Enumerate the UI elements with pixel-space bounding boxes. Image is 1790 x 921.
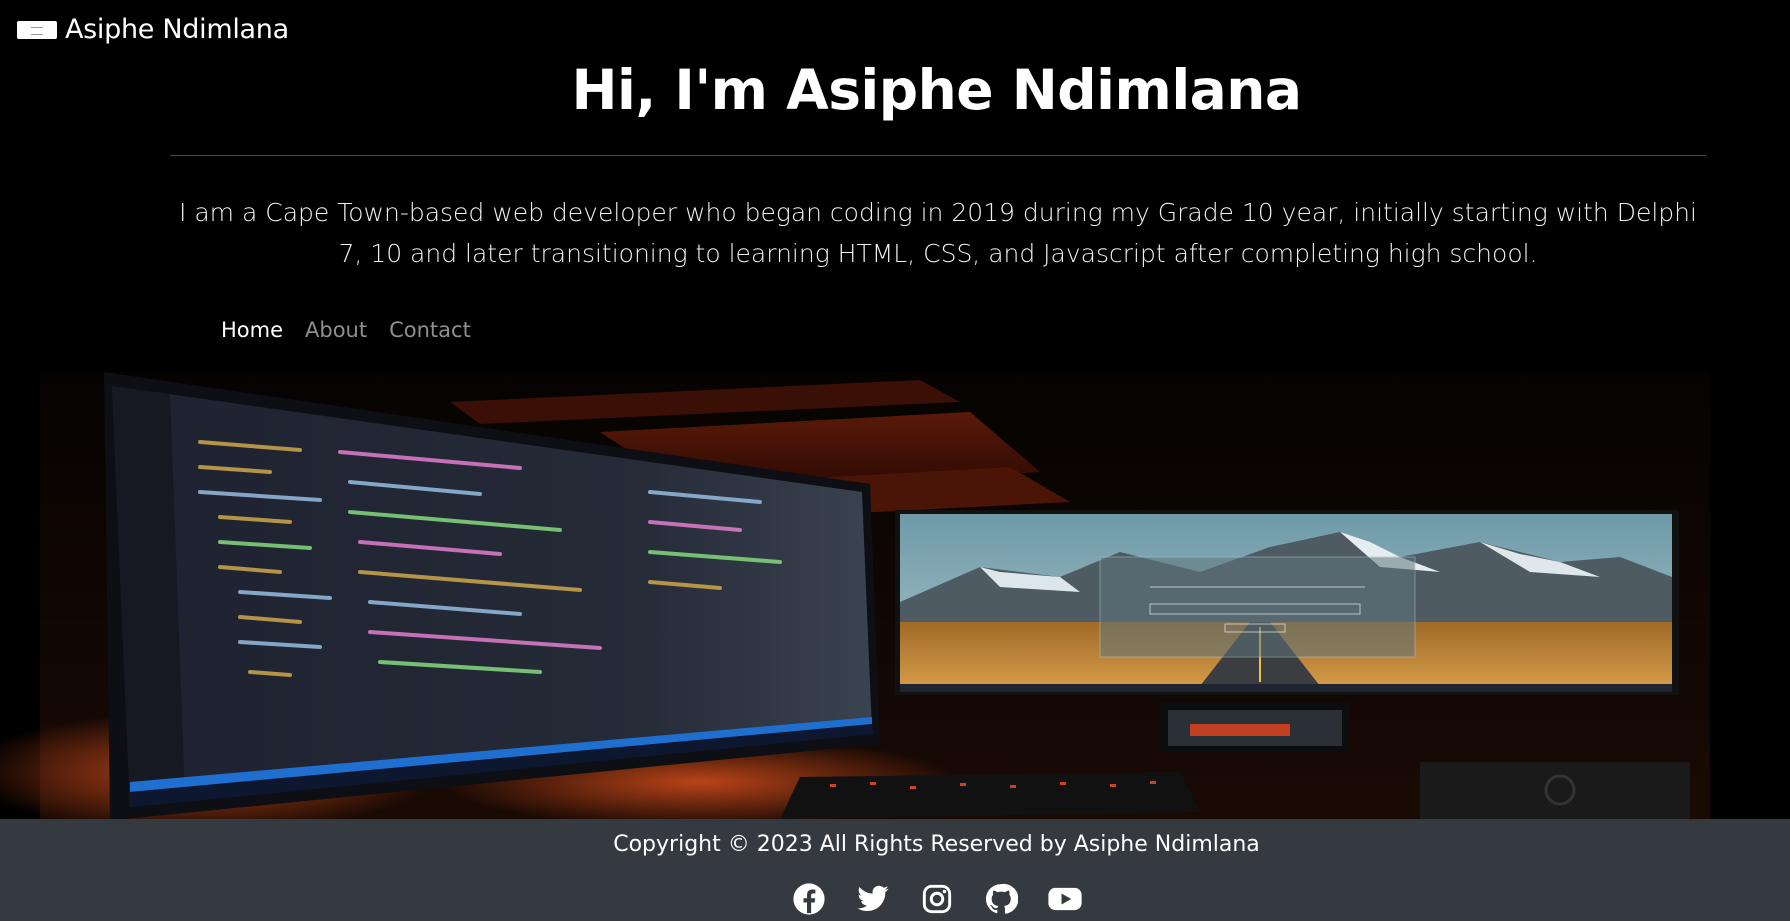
hero-image-desk-setup [0,372,1790,819]
divider [170,155,1706,156]
nav-link-contact[interactable]: Contact [378,318,482,342]
intro-paragraph: I am a Cape Town-based web developer who… [179,198,1697,268]
footer: Copyright © 2023 All Rights Reserved by … [0,819,1790,921]
nav-link-home[interactable]: Home [210,318,294,342]
nav-link-about[interactable]: About [294,318,378,342]
navbar-brand[interactable]: Asiphe Ndimlana [17,14,289,45]
github-icon[interactable] [983,881,1019,917]
facebook-icon[interactable] [791,881,827,917]
page-title: Hi, I'm Asiphe Ndimlana [571,58,1302,122]
main-nav: Home About Contact [210,318,482,342]
copyright-text: Copyright © 2023 All Rights Reserved by … [613,832,1260,857]
brand-name: Asiphe Ndimlana [65,14,289,45]
youtube-icon[interactable] [1047,881,1083,917]
instagram-icon[interactable] [919,881,955,917]
social-links [0,881,1790,917]
laptop-logo-icon [17,20,57,39]
twitter-icon[interactable] [855,881,891,917]
